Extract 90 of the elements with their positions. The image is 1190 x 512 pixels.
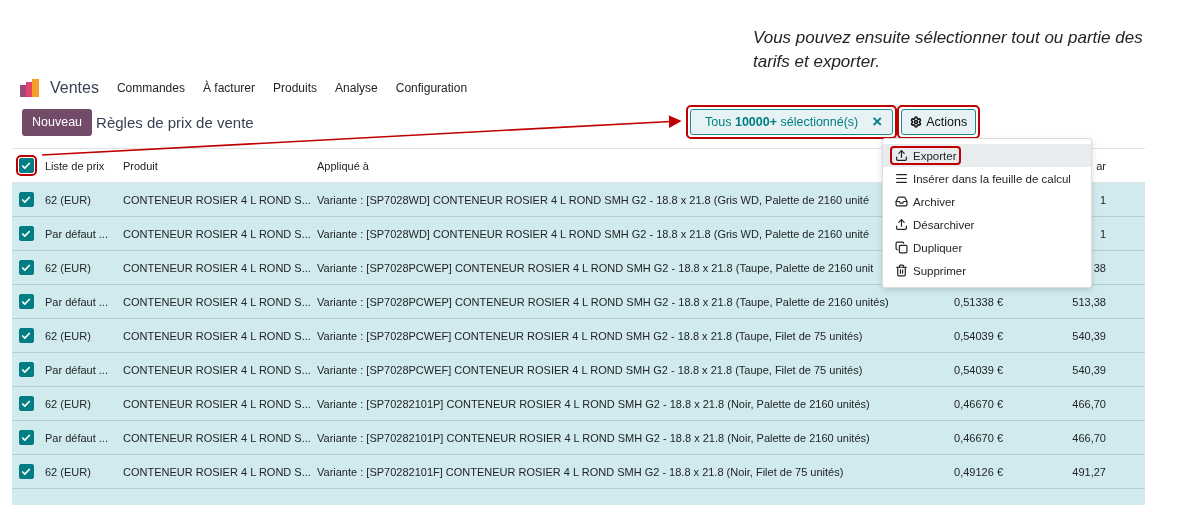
lines-icon: [895, 172, 908, 185]
upload-icon: [895, 149, 908, 162]
table-cell: Variante : [SP7028PCWEF] CONTENEUR ROSIER 4 L ROND SMH G2 - 18.8 x 21.8 (Taupe, Filet de 75 unités): [317, 363, 863, 376]
app-name[interactable]: Ventes: [50, 79, 99, 97]
upload-icon: [895, 218, 908, 231]
check-icon: [21, 228, 31, 239]
row-checkbox[interactable]: [18, 328, 34, 343]
table-cell: 62 (EUR): [45, 261, 91, 274]
menu-item[interactable]: Supprimer: [890, 261, 972, 280]
menu-item[interactable]: Dupliquer: [890, 238, 968, 257]
nav-menu-item[interactable]: Commandes: [116, 81, 185, 95]
check-icon: [21, 466, 31, 477]
table-cell: Variante : [SP70282101P] CONTENEUR ROSIER 4 L ROND SMH G2 - 18.8 x 21.8 (Noir, Palette de 2160 unités): [317, 397, 870, 410]
row-checkbox[interactable]: [18, 192, 34, 207]
page-title: Règles de prix de vente: [96, 113, 255, 131]
table-cell: CONTENEUR ROSIER 4 L ROND S...: [123, 465, 311, 478]
table-cell: 0,51338 €: [954, 295, 1003, 308]
table-cell: CONTENEUR ROSIER 4 L ROND S...: [123, 329, 311, 342]
table-cell: 62 (EUR): [45, 465, 91, 478]
row-checkbox[interactable]: [18, 226, 34, 241]
table-cell: CONTENEUR ROSIER 4 L ROND S...: [123, 193, 311, 206]
table-cell: 1: [1099, 193, 1106, 206]
column-header[interactable]: ar: [1096, 159, 1106, 172]
menu-item[interactable]: Archiver: [890, 192, 961, 211]
check-icon: [21, 194, 31, 205]
check-icon: [21, 432, 31, 443]
actions-button[interactable]: Actions: [901, 109, 977, 135]
select-all-button[interactable]: Tous 10000+ sélectionné(s) ×: [690, 109, 894, 135]
table-cell: 0,49126 €: [954, 465, 1003, 478]
check-icon: [21, 296, 31, 307]
table-cell: Par défaut ...: [45, 431, 108, 444]
table-cell: 38: [1093, 261, 1106, 274]
nav-menu-item[interactable]: Configuration: [395, 81, 468, 95]
table-cell: 466,70: [1072, 431, 1106, 444]
table-cell: 62 (EUR): [45, 193, 91, 206]
table-cell: Variante : [SP7028WD] CONTENEUR ROSIER 4 L ROND SMH G2 - 18.8 x 21.8 (Gris WD, Palette de 2160 unité: [317, 193, 870, 206]
table-cell: Par défaut ...: [45, 227, 108, 240]
table-cell: 1: [1099, 227, 1106, 240]
table-cell: 62 (EUR): [45, 329, 91, 342]
table-cell: 62 (EUR): [45, 397, 91, 410]
nav-menu-item[interactable]: À facturer: [202, 81, 255, 95]
annotation-text: Vous pouvez ensuite sélectionner tout ou partie des tarifs et exporter.: [752, 27, 1144, 73]
table-cell: 540,39: [1072, 329, 1106, 342]
row-checkbox[interactable]: [18, 430, 34, 445]
check-icon: [21, 364, 31, 375]
column-header[interactable]: Produit: [123, 159, 158, 172]
table-cell: CONTENEUR ROSIER 4 L ROND S...: [123, 261, 311, 274]
table-cell: Variante : [SP70282101F] CONTENEUR ROSIER 4 L ROND SMH G2 - 18.8 x 21.8 (Noir, Filet de 75 unités): [317, 465, 844, 478]
table-cell: CONTENEUR ROSIER 4 L ROND S...: [123, 431, 311, 444]
table-cell: 540,39: [1072, 363, 1106, 376]
copy-icon: [895, 241, 908, 254]
check-icon: [21, 262, 31, 273]
logo-icon: [20, 79, 40, 97]
table-cell: 0,54039 €: [954, 363, 1003, 376]
menu-item[interactable]: Insérer dans la feuille de calcul: [890, 169, 1076, 188]
row-checkbox[interactable]: [18, 294, 34, 309]
row-checkbox[interactable]: [18, 464, 34, 479]
check-icon: [21, 330, 31, 341]
trash-icon: [895, 264, 908, 277]
table-cell: CONTENEUR ROSIER 4 L ROND S...: [123, 397, 311, 410]
row-checkbox[interactable]: [18, 260, 34, 275]
table-cell: 513,38: [1072, 295, 1106, 308]
table-cell: 466,70: [1072, 397, 1106, 410]
table-cell: Par défaut ...: [45, 363, 108, 376]
table-cell: CONTENEUR ROSIER 4 L ROND S...: [123, 295, 311, 308]
row-checkbox[interactable]: [18, 396, 34, 411]
row-checkbox[interactable]: [18, 362, 34, 377]
column-header[interactable]: Liste de prix: [45, 159, 105, 172]
table-cell: 0,46670 €: [954, 431, 1003, 444]
table-cell: CONTENEUR ROSIER 4 L ROND S...: [123, 363, 311, 376]
column-header[interactable]: Appliqué à: [317, 159, 369, 172]
table-cell: Variante : [SP7028PCWEP] CONTENEUR ROSIER 4 L ROND SMH G2 - 18.8 x 21.8 (Taupe, Palette de 2160 unités): [317, 295, 889, 308]
table-cell: 0,46670 €: [954, 397, 1003, 410]
table-cell: CONTENEUR ROSIER 4 L ROND S...: [123, 227, 311, 240]
inbox-icon: [895, 195, 908, 208]
table-cell: Variante : [SP7028PCWEF] CONTENEUR ROSIER 4 L ROND SMH G2 - 18.8 x 21.8 (Taupe, Filet de 75 unités): [317, 329, 863, 342]
check-icon: [21, 160, 31, 171]
table-cell: 491,27: [1072, 465, 1106, 478]
check-icon: [21, 398, 31, 409]
menu-item[interactable]: Exporter: [890, 146, 962, 165]
table-cell: Variante : [SP7028PCWEP] CONTENEUR ROSIER 4 L ROND SMH G2 - 18.8 x 21.8 (Taupe, Palette de 2160 unit: [317, 261, 874, 274]
menu-item[interactable]: Désarchiver: [890, 215, 980, 234]
table-cell: Variante : [SP70282101P] CONTENEUR ROSIER 4 L ROND SMH G2 - 18.8 x 21.8 (Noir, Palette de 2160 unités): [317, 431, 870, 444]
table-cell: Variante : [SP7028WD] CONTENEUR ROSIER 4 L ROND SMH G2 - 18.8 x 21.8 (Gris WD, Palette de 2160 unité: [317, 227, 870, 240]
nav-menu-item[interactable]: Produits: [273, 81, 318, 95]
new-button[interactable]: Nouveau: [22, 108, 93, 136]
table-cell: 0,54039 €: [954, 329, 1003, 342]
nav-menu-item[interactable]: Analyse: [335, 81, 378, 95]
gear-icon: [910, 116, 923, 128]
table-cell: Par défaut ...: [45, 295, 108, 308]
